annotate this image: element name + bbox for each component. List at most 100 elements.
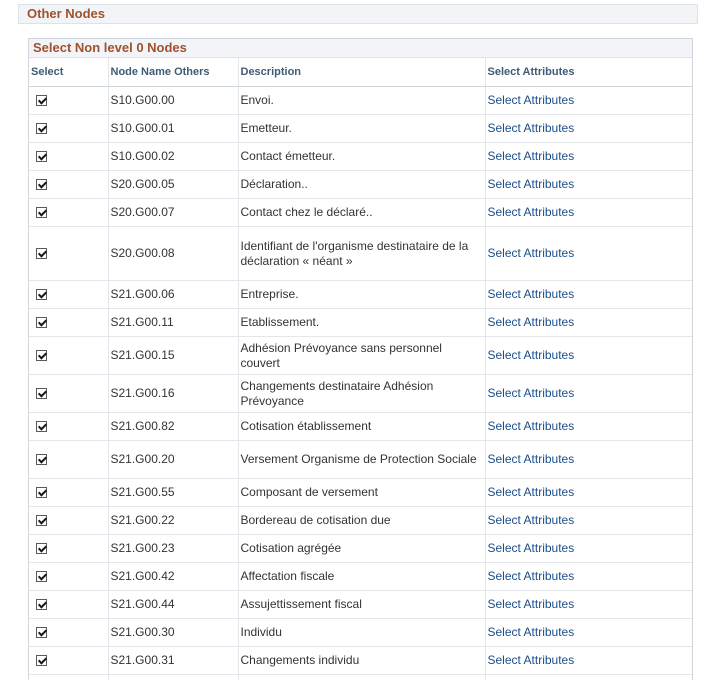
select-attributes-cell: Select Attributes [484,142,692,171]
table-row: S21.G00.44 Assujettissement fiscal Select … [29,590,692,619]
select-checkbox[interactable] [36,95,47,107]
node-name-cell: S21.G00.55 [107,478,238,507]
node-name-cell: S21.G00.42 [107,562,238,591]
select-attributes-link[interactable]: Select Attributes [488,386,575,400]
table-row: S21.G00.23 Cotisation agrégée Select Attri… [29,534,692,563]
select-checkbox[interactable] [36,151,47,163]
description-cell: Versement Organisme de Protection Social… [237,440,485,479]
select-cell [29,86,108,115]
select-checkbox[interactable] [36,207,47,219]
column-header-node-name[interactable]: Node Name Others [107,58,238,87]
section-title: Other Nodes [27,6,106,21]
table-row: S21.G00.15 Adhésion Prévoyance sans perso… [29,336,692,375]
select-attributes-link[interactable]: Select Attributes [488,246,575,260]
select-checkbox[interactable] [36,543,47,555]
node-name-cell: S21.G00.22 [107,506,238,535]
table-row: S20.G00.05 Déclaration.. Select Attributes [29,170,692,199]
select-attributes-link[interactable]: Select Attributes [488,653,575,667]
select-attributes-cell: Select Attributes [484,308,692,337]
select-attributes-link[interactable]: Select Attributes [488,569,575,583]
select-checkbox[interactable] [36,454,47,466]
select-attributes-link[interactable]: Select Attributes [488,513,575,527]
table-row: S21.G00.30 Individu Select Attributes [29,618,692,647]
select-attributes-link[interactable]: Select Attributes [488,625,575,639]
table-row: S21.G00.82 Cotisation établissement Select… [29,412,692,441]
select-cell [29,308,108,337]
table-row: S21.G00.42 Affectation fiscale Select Attr… [29,562,692,591]
select-checkbox[interactable] [36,123,47,135]
select-attributes-link[interactable]: Select Attributes [488,485,575,499]
select-cell [29,142,108,171]
select-attributes-link[interactable]: Select Attributes [488,93,575,107]
description-cell: Changements individu [237,646,485,675]
table-row: S10.G00.01 Emetteur. Select Attributes [29,114,692,143]
node-name-cell: S21.G00.31 [107,646,238,675]
table-row: S21.G00.06 Entreprise. Select Attributes [29,280,692,309]
table-row: S21.G00.11 Etablissement. Select Attribute… [29,308,692,337]
select-checkbox[interactable] [36,571,47,583]
select-attributes-link[interactable]: Select Attributes [488,287,575,301]
select-attributes-link[interactable]: Select Attributes [488,541,575,555]
node-name-cell: S21.G00.11 [107,308,238,337]
description-cell: Individu [237,618,485,647]
column-header-select-attributes[interactable]: Select Attributes [484,58,692,87]
select-checkbox[interactable] [36,179,47,191]
select-cell [29,226,108,281]
nodes-table: Select Node Name Others Description Sele… [29,58,692,680]
description-cell: Affectation fiscale [237,562,485,591]
select-checkbox[interactable] [36,350,47,362]
select-attributes-link[interactable]: Select Attributes [488,452,575,466]
select-attributes-link[interactable]: Select Attributes [488,121,575,135]
description-cell: Emetteur. [237,114,485,143]
select-checkbox[interactable] [36,248,47,260]
select-attributes-cell: Select Attributes [484,440,692,479]
select-attributes-cell: Select Attributes [484,412,692,441]
select-checkbox[interactable] [36,289,47,301]
select-checkbox[interactable] [36,627,47,639]
select-checkbox[interactable] [36,421,47,433]
select-attributes-cell: Select Attributes [484,226,692,281]
table-row [29,674,692,680]
select-cell [29,478,108,507]
description-cell: Déclaration.. [237,170,485,199]
select-cell [29,280,108,309]
select-checkbox[interactable] [36,515,47,527]
description-cell: Bordereau de cotisation due [237,506,485,535]
select-attributes-cell: Select Attributes [484,86,692,115]
select-checkbox[interactable] [36,487,47,499]
node-name-cell: S21.G00.23 [107,534,238,563]
select-checkbox[interactable] [36,317,47,329]
select-attributes-link[interactable]: Select Attributes [488,315,575,329]
select-checkbox[interactable] [36,388,47,400]
column-header-description[interactable]: Description [237,58,485,87]
description-cell: Assujettissement fiscal [237,590,485,619]
select-attributes-cell: Select Attributes [484,562,692,591]
select-cell [29,412,108,441]
description-cell: Adhésion Prévoyance sans personnel couve… [237,336,485,375]
select-attributes-link[interactable]: Select Attributes [488,597,575,611]
select-attributes-cell: Select Attributes [484,280,692,309]
select-attributes-link[interactable]: Select Attributes [488,205,575,219]
select-attributes-cell [484,674,692,680]
description-cell: Entreprise. [237,280,485,309]
node-name-cell: S21.G00.30 [107,618,238,647]
select-cell [29,590,108,619]
table-row: S21.G00.55 Composant de versement Select A… [29,478,692,507]
select-attributes-cell: Select Attributes [484,336,692,375]
select-attributes-link[interactable]: Select Attributes [488,177,575,191]
select-attributes-link[interactable]: Select Attributes [488,419,575,433]
node-name-cell: S20.G00.08 [107,226,238,281]
table-row: S21.G00.31 Changements individu Select Att… [29,646,692,675]
table-row: S10.G00.00 Envoi. Select Attributes [29,86,692,115]
select-checkbox[interactable] [36,655,47,667]
select-checkbox[interactable] [36,599,47,611]
select-attributes-link[interactable]: Select Attributes [488,348,575,362]
table-row: S21.G00.22 Bordereau de cotisation due Sel… [29,506,692,535]
select-cell [29,374,108,413]
select-attributes-cell: Select Attributes [484,506,692,535]
column-header-select[interactable]: Select [29,58,108,87]
select-cell [29,646,108,675]
select-cell [29,562,108,591]
description-cell: Contact chez le déclaré.. [237,198,485,227]
select-attributes-link[interactable]: Select Attributes [488,149,575,163]
